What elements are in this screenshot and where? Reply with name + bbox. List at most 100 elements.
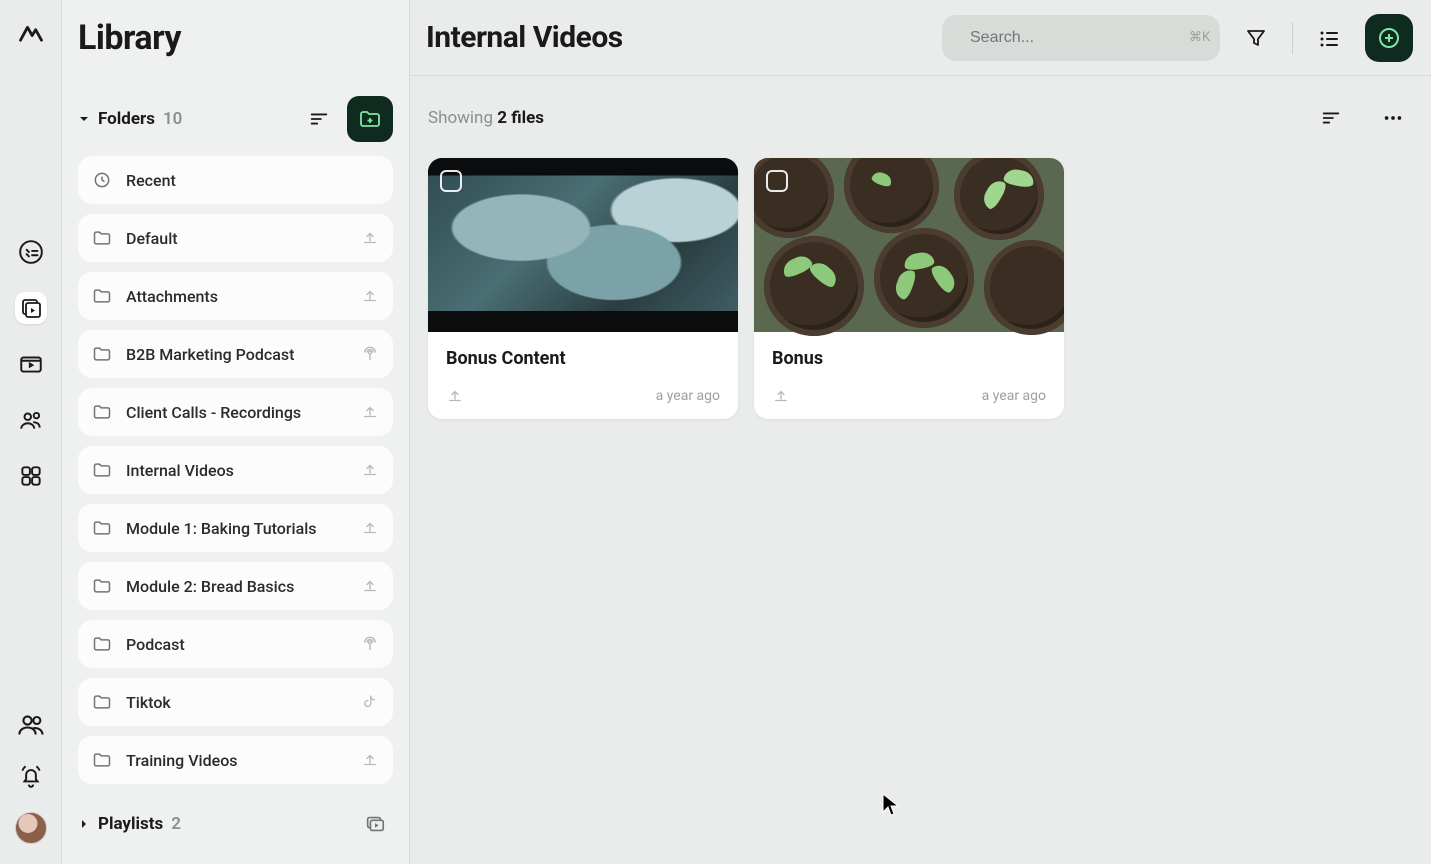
playlists-header: Playlists 2 xyxy=(78,806,393,842)
upload-icon xyxy=(772,387,790,405)
folder-icon xyxy=(92,344,112,364)
more-options-button[interactable] xyxy=(1373,98,1413,138)
upload-icon xyxy=(446,387,464,405)
folder-name: Module 2: Bread Basics xyxy=(126,577,347,596)
playlists-toggle[interactable]: Playlists 2 xyxy=(78,814,181,834)
upload-icon xyxy=(361,229,379,247)
nav-people-icon[interactable] xyxy=(15,404,47,436)
page-title: Internal Videos xyxy=(426,20,623,55)
video-title: Bonus xyxy=(772,348,1046,369)
upload-icon xyxy=(361,403,379,421)
folder-icon xyxy=(92,460,112,480)
nav-team-icon[interactable] xyxy=(15,708,47,740)
icon-rail xyxy=(0,0,62,864)
folder-icon xyxy=(92,402,112,422)
settings-list-button[interactable] xyxy=(1309,18,1349,58)
upload-icon xyxy=(361,519,379,537)
folder-item[interactable]: Podcast xyxy=(78,620,393,668)
folder-name: Default xyxy=(126,229,347,248)
select-checkbox[interactable] xyxy=(766,170,788,192)
folders-sort-button[interactable] xyxy=(301,101,337,137)
new-playlist-button[interactable] xyxy=(357,806,393,842)
video-date: a year ago xyxy=(982,388,1046,404)
topbar: Internal Videos ⌘K xyxy=(410,0,1431,76)
showing-text: Showing 2 files xyxy=(428,108,544,128)
upload-icon xyxy=(361,577,379,595)
folder-name: Tiktok xyxy=(126,693,347,712)
folder-name: Recent xyxy=(126,171,379,190)
nav-video-icon[interactable] xyxy=(15,348,47,380)
nav-checklist-icon[interactable] xyxy=(15,236,47,268)
user-avatar[interactable] xyxy=(15,812,47,844)
search-input-wrap[interactable]: ⌘K xyxy=(942,15,1220,61)
plus-circle-icon xyxy=(1377,26,1401,50)
clock-icon xyxy=(92,170,112,190)
video-card[interactable]: Bonus Content a year ago xyxy=(428,158,738,419)
video-date: a year ago xyxy=(656,388,720,404)
folder-icon xyxy=(92,692,112,712)
folder-item[interactable]: Training Videos xyxy=(78,736,393,784)
podcast-icon xyxy=(361,345,379,363)
content-header: Showing 2 files xyxy=(428,98,1413,138)
podcast-icon xyxy=(361,635,379,653)
folder-icon xyxy=(92,518,112,538)
upload-icon xyxy=(361,751,379,769)
sidebar-title: Library xyxy=(78,18,393,58)
nav-apps-icon[interactable] xyxy=(15,460,47,492)
folder-name: Internal Videos xyxy=(126,461,347,480)
sort-icon xyxy=(1320,107,1342,129)
more-horizontal-icon xyxy=(1382,107,1404,129)
playlists-label: Playlists xyxy=(98,814,163,834)
folder-icon xyxy=(92,228,112,248)
upload-icon xyxy=(361,287,379,305)
video-thumbnail[interactable] xyxy=(428,158,738,332)
folders-label: Folders xyxy=(98,109,155,129)
divider xyxy=(1292,22,1293,54)
folder-icon xyxy=(92,576,112,596)
folder-item[interactable]: Internal Videos xyxy=(78,446,393,494)
folders-header: Folders 10 xyxy=(78,96,393,142)
folder-item[interactable]: Recent xyxy=(78,156,393,204)
folder-item[interactable]: Attachments xyxy=(78,272,393,320)
nav-notifications-icon[interactable] xyxy=(15,760,47,792)
new-folder-button[interactable] xyxy=(347,96,393,142)
select-checkbox[interactable] xyxy=(440,170,462,192)
create-button[interactable] xyxy=(1365,14,1413,62)
folder-name: Client Calls - Recordings xyxy=(126,403,347,422)
folder-name: Attachments xyxy=(126,287,347,306)
video-card[interactable]: Bonus a year ago xyxy=(754,158,1064,419)
folder-icon xyxy=(92,634,112,654)
card-grid: Bonus Content a year ago Bonus a year ago xyxy=(428,158,1413,419)
folder-item[interactable]: Default xyxy=(78,214,393,262)
settings-list-icon xyxy=(1317,26,1341,50)
folder-item[interactable]: Tiktok xyxy=(78,678,393,726)
folder-item[interactable]: Module 1: Baking Tutorials xyxy=(78,504,393,552)
content: Showing 2 files Bonus Contenta year agoB… xyxy=(410,76,1431,441)
content-sort-button[interactable] xyxy=(1311,98,1351,138)
folder-icon xyxy=(92,750,112,770)
folder-icon xyxy=(92,286,112,306)
folder-name: Podcast xyxy=(126,635,347,654)
playlists-count: 2 xyxy=(171,814,181,834)
main: Internal Videos ⌘K Showing 2 files xyxy=(410,0,1431,864)
folders-toggle[interactable]: Folders 10 xyxy=(78,109,182,129)
search-input[interactable] xyxy=(970,29,1177,47)
folder-list: Recent Default Attachments B2B Marketing Po… xyxy=(78,156,393,784)
folders-count: 10 xyxy=(163,109,182,129)
folder-item[interactable]: Module 2: Bread Basics xyxy=(78,562,393,610)
filter-icon xyxy=(1244,26,1268,50)
sidebar: Library Folders 10 Recent Default Attachme… xyxy=(62,0,410,864)
folder-item[interactable]: B2B Marketing Podcast xyxy=(78,330,393,378)
nav-library-icon[interactable] xyxy=(15,292,47,324)
filter-button[interactable] xyxy=(1236,18,1276,58)
folder-item[interactable]: Client Calls - Recordings xyxy=(78,388,393,436)
app-logo-icon[interactable] xyxy=(17,18,45,46)
chevron-right-icon xyxy=(78,818,90,830)
folder-name: Module 1: Baking Tutorials xyxy=(126,519,347,538)
video-title: Bonus Content xyxy=(446,348,720,369)
search-shortcut: ⌘K xyxy=(1189,30,1210,45)
chevron-down-icon xyxy=(78,113,90,125)
folder-name: B2B Marketing Podcast xyxy=(126,345,347,364)
folder-name: Training Videos xyxy=(126,751,347,770)
video-thumbnail[interactable] xyxy=(754,158,1064,332)
